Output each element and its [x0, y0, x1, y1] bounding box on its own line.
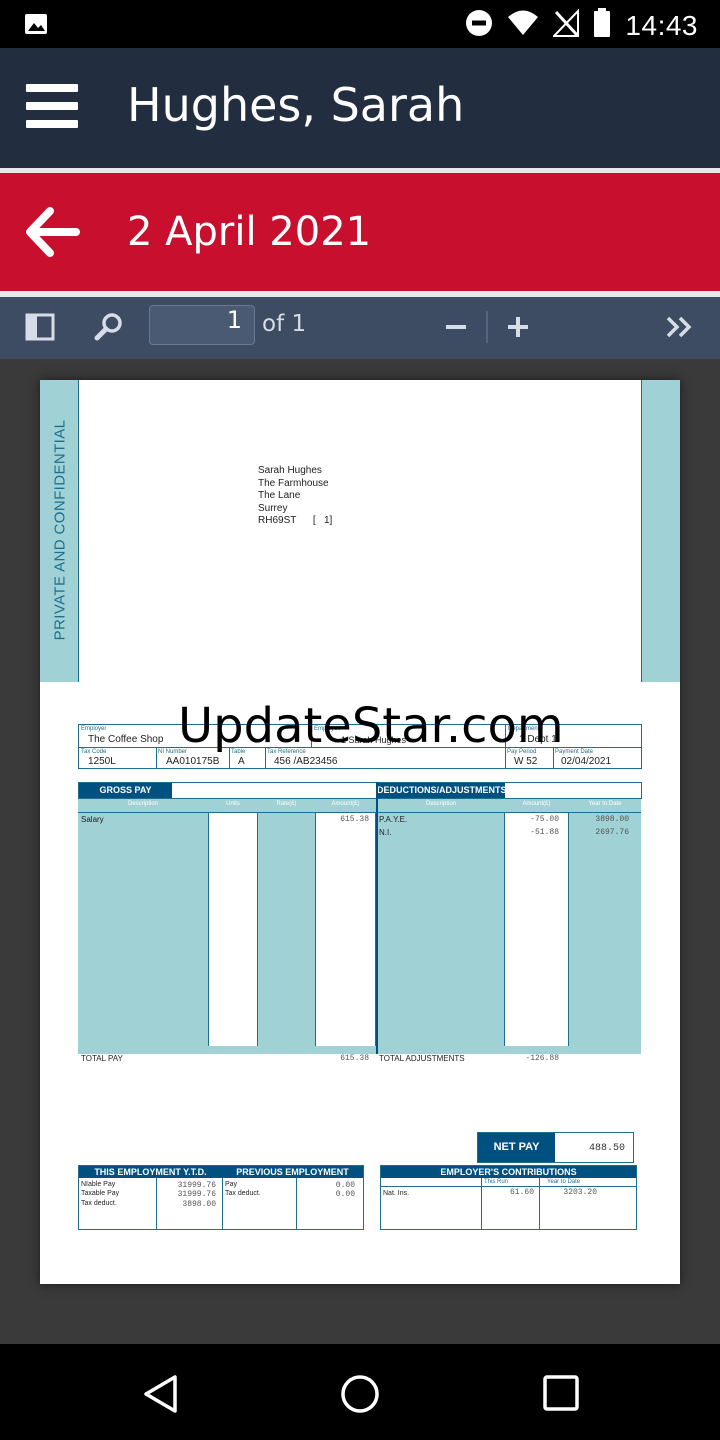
- right-band: [641, 380, 680, 682]
- pay-period-value: W 52: [514, 756, 538, 767]
- ded-row-ytd: 2697.76: [595, 828, 629, 837]
- wifi-icon: [507, 10, 539, 41]
- status-bar: 14:43: [0, 0, 720, 48]
- ded-col-description: Description: [425, 801, 456, 807]
- prev-value: 0.00: [335, 1181, 355, 1190]
- prev-value: 0.00: [335, 1190, 355, 1199]
- ded-row-description: P.A.Y.E.: [379, 815, 408, 824]
- prev-label: Tax deduct.: [225, 1190, 261, 1197]
- gross-row-description: Salary: [81, 815, 104, 824]
- page-number-input[interactable]: 1: [149, 305, 255, 345]
- employer-label: Employer: [81, 726, 107, 732]
- table-value: A: [238, 756, 245, 767]
- address-line: The Lane: [258, 490, 301, 502]
- page-count: of 1: [262, 311, 307, 337]
- tax-code-label: Tax Code: [81, 749, 107, 755]
- gross-row-amount: 615.38: [340, 815, 369, 824]
- this-employment-heading: THIS EMPLOYMENT Y.T.D.: [79, 1166, 222, 1178]
- ytd-value: 31999.76: [177, 1181, 216, 1190]
- divider: [222, 1178, 223, 1229]
- tax-code-value: 1250L: [88, 756, 116, 767]
- address-line: RH69ST [ 1]: [258, 515, 333, 527]
- back-nav-icon[interactable]: [140, 1372, 184, 1416]
- address-block: Sarah Hughes The Farmhouse The Lane Surr…: [258, 465, 332, 528]
- divider: [539, 1178, 540, 1229]
- contrib-this-run: 61.60: [509, 1188, 534, 1197]
- ytd-label: Tax deduct.: [81, 1200, 117, 1207]
- search-icon[interactable]: [94, 312, 124, 347]
- net-pay-box: NET PAY 488.50: [477, 1132, 634, 1163]
- battery-icon: [593, 8, 611, 43]
- home-nav-icon[interactable]: [338, 1372, 382, 1416]
- back-arrow-icon[interactable]: [24, 207, 80, 257]
- recents-nav-icon[interactable]: [540, 1372, 584, 1416]
- amount-column: [315, 813, 376, 1046]
- address-line: The Farmhouse: [258, 477, 329, 489]
- sidebar-toggle-icon[interactable]: [25, 313, 55, 346]
- ytd-box: THIS EMPLOYMENT Y.T.D. PREVIOUS EMPLOYME…: [78, 1165, 364, 1230]
- clock: 14:43: [625, 9, 698, 41]
- tax-reference-value: 456 /AB23456: [274, 756, 338, 767]
- previous-employment-heading: PREVIOUS EMPLOYMENT: [222, 1166, 363, 1178]
- net-pay-label: NET PAY: [478, 1133, 555, 1162]
- ded-amount-column: [504, 813, 569, 1046]
- ni-number-value: AA010175B: [166, 756, 220, 767]
- ytd-label: NIable Pay: [81, 1181, 116, 1188]
- gross-col-amount: Amount(£): [331, 801, 360, 807]
- ded-row-description: N.I.: [379, 828, 392, 837]
- contrib-col-ytd: Year to Date: [547, 1179, 581, 1185]
- do-not-disturb-icon: [465, 9, 493, 42]
- ytd-label: Taxable Pay: [81, 1190, 120, 1197]
- gross-col-units: Units: [226, 801, 240, 807]
- ytd-value: 3898.00: [182, 1200, 216, 1209]
- navigation-bar: [0, 1344, 720, 1440]
- gross-pay-heading: GROSS PAY: [79, 783, 172, 798]
- employee-name-title: Hughes, Sarah: [127, 78, 465, 132]
- ded-row-ytd: 3898.00: [595, 815, 629, 824]
- ded-row-amount: -51.88: [530, 828, 559, 837]
- confidential-label: PRIVATE AND CONFIDENTIAL: [51, 419, 69, 641]
- payslip-date-title: 2 April 2021: [127, 209, 372, 255]
- menu-icon[interactable]: [26, 84, 78, 130]
- date-bar: 2 April 2021: [0, 173, 720, 291]
- employer-value: The Coffee Shop: [88, 734, 164, 745]
- employer-contributions-box: EMPLOYER'S CONTRIBUTIONS This Run Year t…: [380, 1165, 637, 1230]
- net-pay-value: 488.50: [588, 1143, 625, 1154]
- ded-col-ytd: Year to Date: [588, 801, 622, 807]
- contrib-label: Nat. Ins.: [383, 1190, 410, 1197]
- units-column: [208, 813, 258, 1046]
- total-pay-value: 615.38: [340, 1054, 369, 1063]
- gross-col-rate: Rate(£): [276, 801, 297, 807]
- confidential-band: PRIVATE AND CONFIDENTIAL: [40, 380, 78, 682]
- gross-col-description: Description: [127, 801, 158, 807]
- total-adjustments-label: TOTAL ADJUSTMENTS: [379, 1054, 465, 1063]
- zoom-out-icon[interactable]: [444, 315, 468, 344]
- more-tools-icon[interactable]: [665, 315, 695, 344]
- no-signal-icon: [552, 8, 580, 42]
- watermark: UpdateStar.com: [178, 698, 564, 754]
- ded-row-amount: -75.00: [530, 815, 559, 824]
- divider: [381, 1186, 636, 1187]
- total-adjustments-value: -126.88: [525, 1054, 559, 1063]
- app-bar: Hughes, Sarah: [0, 48, 720, 168]
- zoom-in-icon[interactable]: [506, 315, 530, 344]
- deductions-heading: DEDUCTIONS/ADJUSTMENTS: [377, 783, 507, 798]
- toolbar-divider: [486, 311, 488, 343]
- prev-label: Pay: [225, 1181, 238, 1188]
- contrib-col-this-run: This Run: [484, 1179, 509, 1185]
- band-border: [78, 380, 79, 682]
- ytd-value: 31999.76: [177, 1190, 216, 1199]
- total-pay-label: TOTAL PAY: [81, 1054, 123, 1063]
- image-notification-icon: [24, 12, 48, 41]
- address-line: Sarah Hughes: [258, 465, 322, 476]
- pdf-toolbar: 1 of 1: [0, 297, 720, 359]
- divider: [481, 1178, 482, 1229]
- divider: [156, 748, 157, 768]
- payment-date-value: 02/04/2021: [561, 756, 612, 767]
- contrib-ytd: 3203.20: [563, 1188, 597, 1197]
- employer-contributions-heading: EMPLOYER'S CONTRIBUTIONS: [381, 1166, 636, 1178]
- ded-col-amount: Amount(£): [522, 801, 551, 807]
- payslip-page: PRIVATE AND CONFIDENTIAL Sarah Hughes Th…: [40, 380, 680, 1284]
- address-line: Surrey: [258, 502, 288, 514]
